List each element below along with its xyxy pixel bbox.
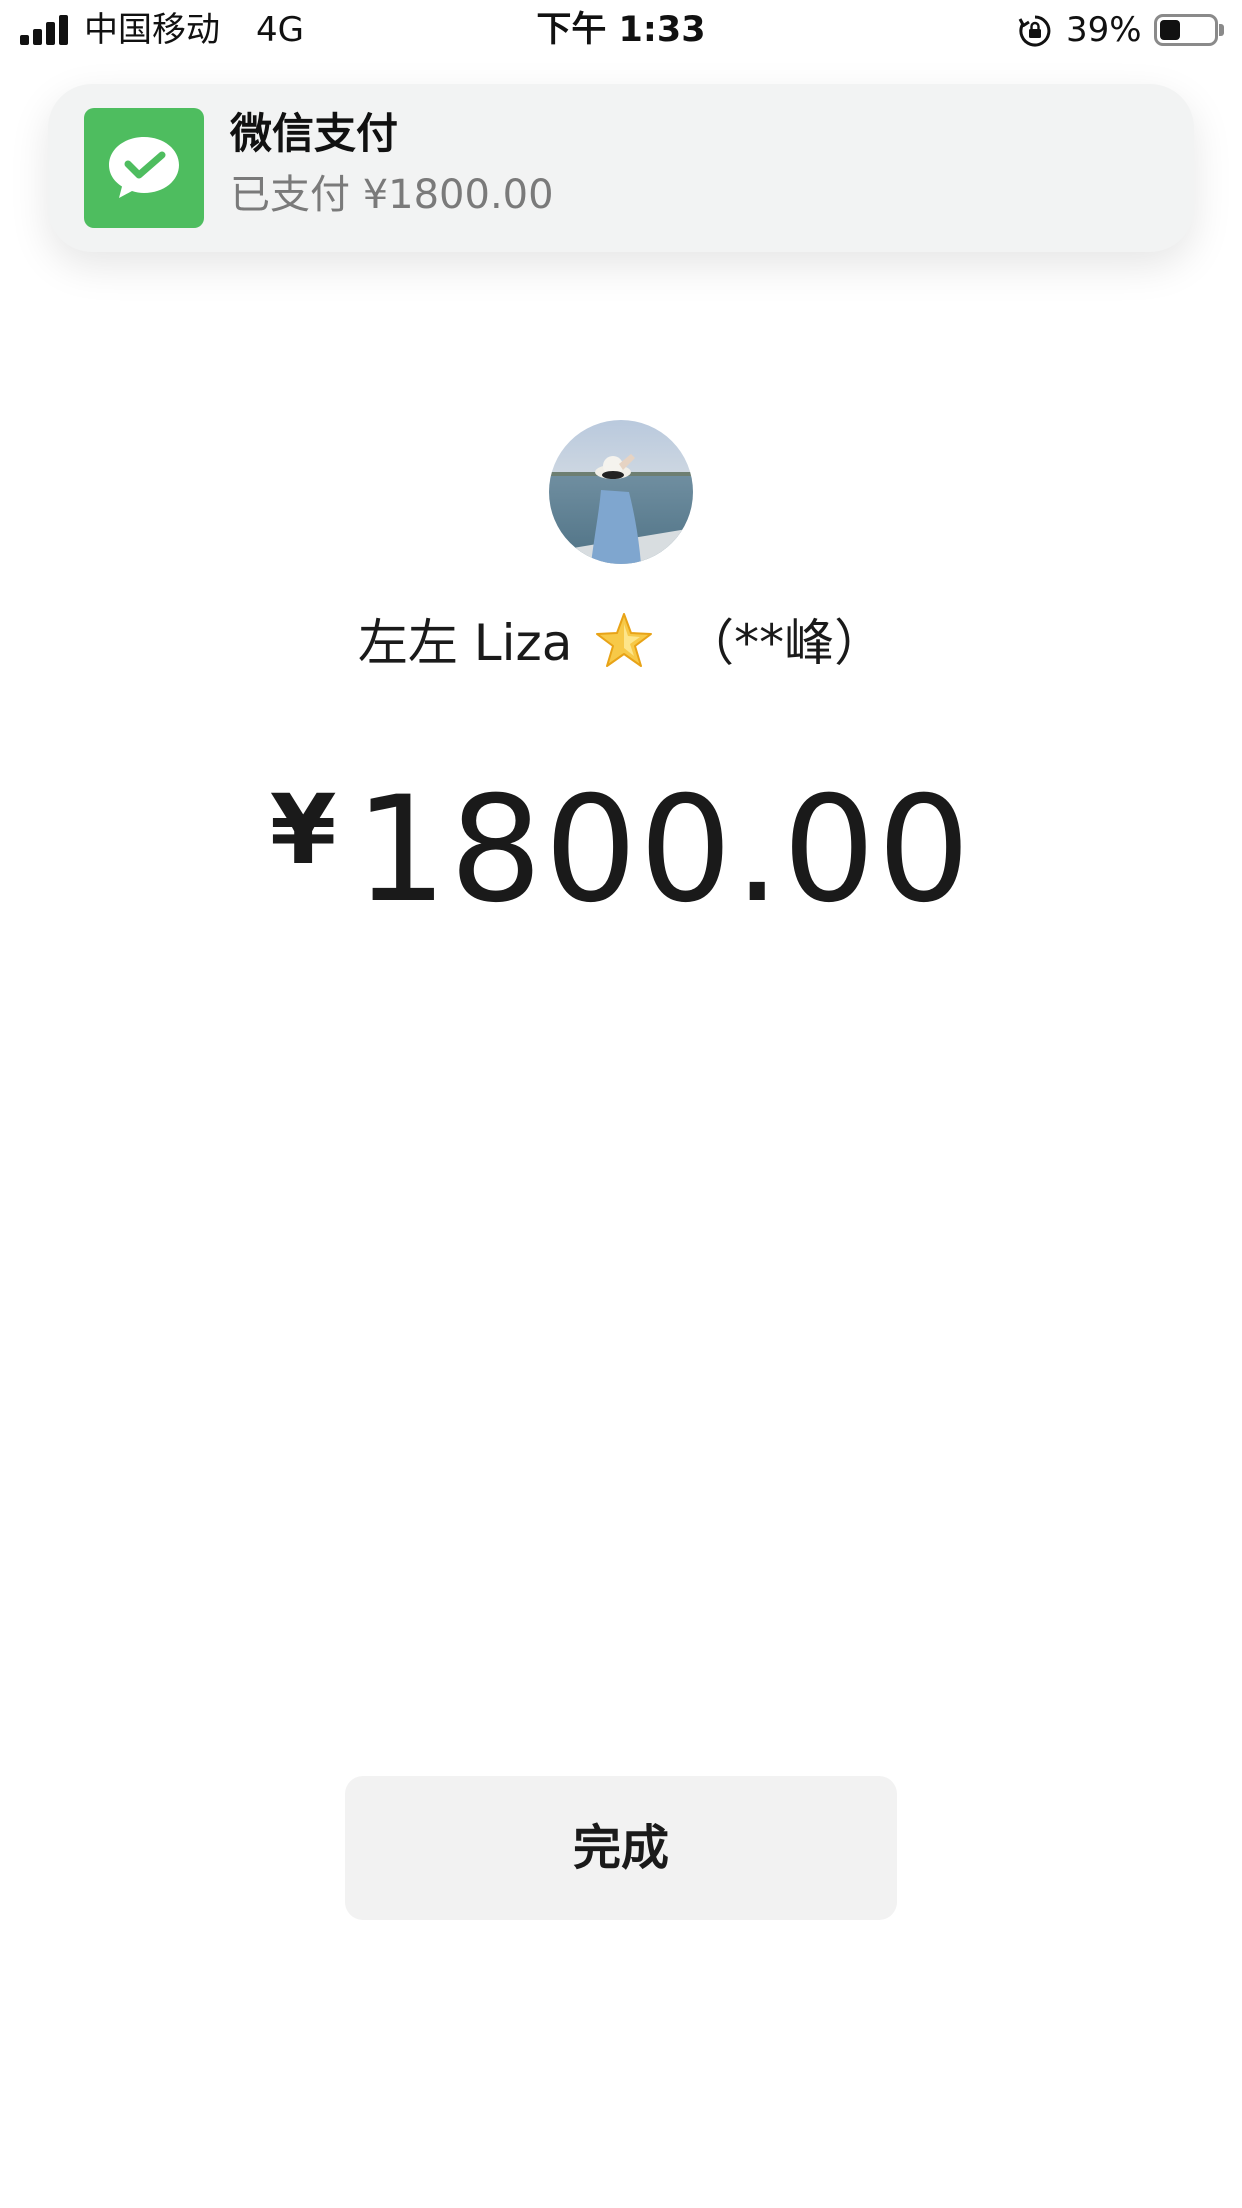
payee-name-row: 左左 Liza （**峰） <box>0 608 1242 678</box>
amount-value: 1800.00 <box>354 765 973 935</box>
payment-amount: ¥1800.00 <box>0 770 1242 930</box>
notification-message: 已支付 ¥1800.00 <box>230 172 554 218</box>
battery-percent: 39% <box>1066 10 1142 50</box>
notification-title: 微信支付 <box>230 109 399 158</box>
currency-symbol: ¥ <box>269 774 337 886</box>
battery-level-fill <box>1160 20 1180 40</box>
wechat-pay-icon <box>84 108 204 228</box>
star-icon <box>594 612 654 672</box>
payee-nickname: 左左 Liza <box>357 614 573 672</box>
status-bar: 中国移动 4G 下午 1:33 39% <box>0 0 1242 62</box>
battery-icon <box>1154 14 1218 46</box>
status-time: 下午 1:33 <box>536 10 706 50</box>
done-button[interactable]: 完成 <box>345 1776 897 1920</box>
battery-cap <box>1219 24 1224 36</box>
payee-real-name: （**峰） <box>684 614 885 672</box>
orientation-lock-icon <box>1018 14 1052 48</box>
payment-notification-banner[interactable]: 微信支付 已支付 ¥1800.00 <box>48 84 1194 252</box>
avatar <box>549 420 693 564</box>
